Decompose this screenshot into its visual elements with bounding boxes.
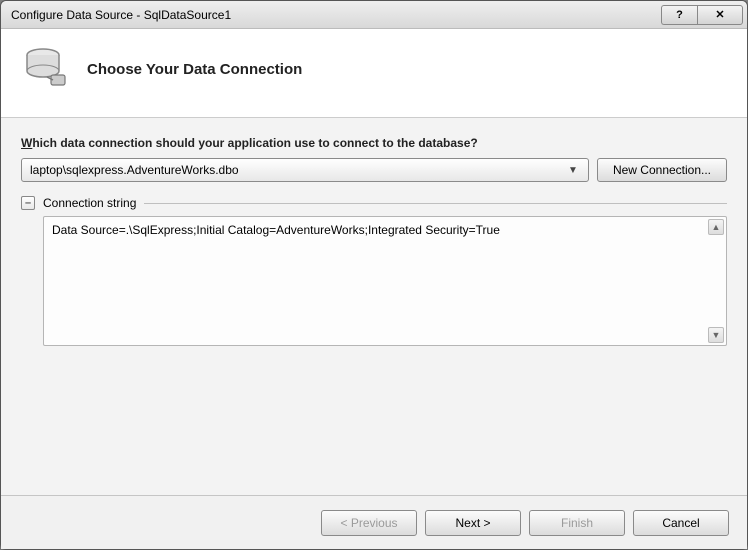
help-button[interactable]: ? xyxy=(661,5,697,25)
content-area: Which data connection should your applic… xyxy=(1,118,747,495)
dialog-window: Configure Data Source - SqlDataSource1 ?… xyxy=(0,0,748,550)
scroll-up-icon[interactable]: ▲ xyxy=(708,219,724,235)
previous-button: < Previous xyxy=(321,510,417,536)
connection-dropdown-value: laptop\sqlexpress.AdventureWorks.dbo xyxy=(30,163,564,177)
connection-string-textbox[interactable]: Data Source=.\SqlExpress;Initial Catalog… xyxy=(43,216,727,346)
next-button[interactable]: Next > xyxy=(425,510,521,536)
wizard-footer: < Previous Next > Finish Cancel xyxy=(1,495,747,549)
connection-string-expander: – Connection string xyxy=(21,196,727,210)
new-connection-button[interactable]: New Connection... xyxy=(597,158,727,182)
database-icon xyxy=(21,47,69,91)
collapse-toggle[interactable]: – xyxy=(21,196,35,210)
chevron-down-icon: ▼ xyxy=(564,165,582,176)
titlebar-buttons: ? ✕ xyxy=(661,5,743,25)
connection-string-label: Connection string xyxy=(43,196,136,210)
connection-dropdown[interactable]: laptop\sqlexpress.AdventureWorks.dbo ▼ xyxy=(21,158,589,182)
titlebar: Configure Data Source - SqlDataSource1 ?… xyxy=(1,1,747,29)
close-button[interactable]: ✕ xyxy=(697,5,743,25)
wizard-header: Choose Your Data Connection xyxy=(1,29,747,118)
connection-string-value: Data Source=.\SqlExpress;Initial Catalog… xyxy=(52,223,500,237)
wizard-step-title: Choose Your Data Connection xyxy=(87,61,302,78)
scroll-down-icon[interactable]: ▼ xyxy=(708,327,724,343)
window-title: Configure Data Source - SqlDataSource1 xyxy=(11,8,661,22)
connection-row: laptop\sqlexpress.AdventureWorks.dbo ▼ N… xyxy=(21,158,727,182)
finish-button: Finish xyxy=(529,510,625,536)
prompt-text: Which data connection should your applic… xyxy=(21,136,727,150)
separator-line xyxy=(144,203,727,204)
cancel-button[interactable]: Cancel xyxy=(633,510,729,536)
